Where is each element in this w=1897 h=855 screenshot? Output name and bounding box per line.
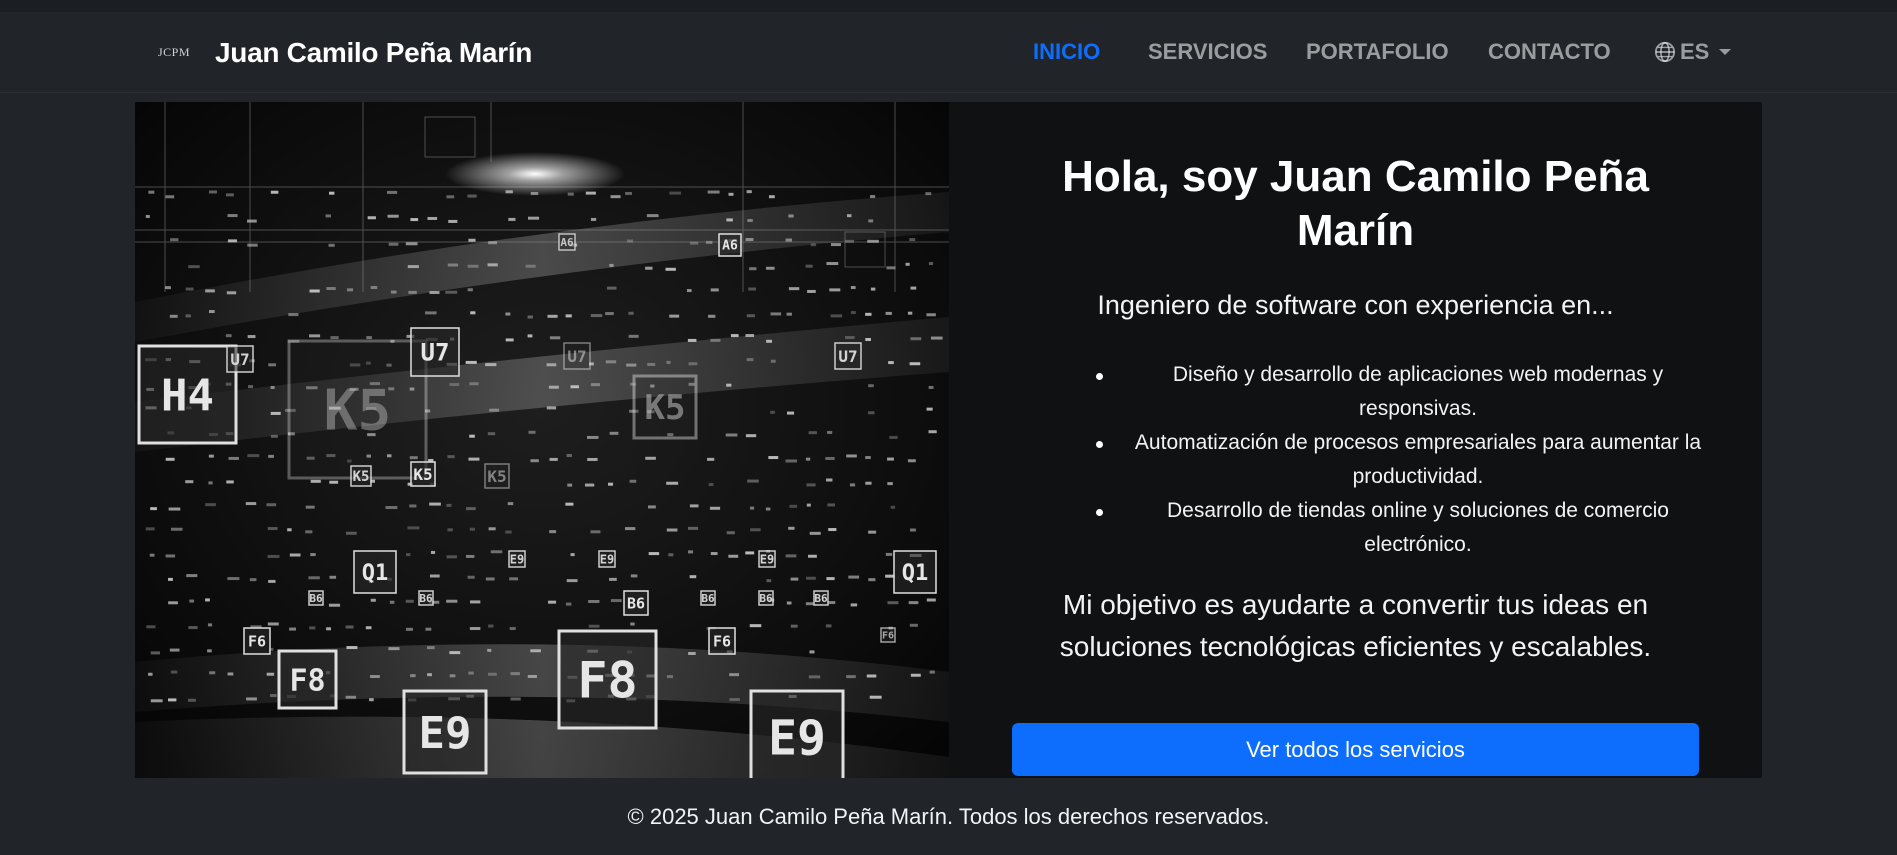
svg-text:K5: K5 (353, 469, 370, 485)
svg-text:B6: B6 (701, 592, 715, 605)
nav-link-portafolio[interactable]: PORTAFOLIO (1306, 39, 1449, 65)
nav-link-inicio[interactable]: INICIO (1033, 39, 1100, 65)
svg-text:Q1: Q1 (362, 561, 389, 586)
svg-text:F8: F8 (577, 652, 637, 710)
hero-content: Hola, soy Juan Camilo Peña Marín Ingenie… (949, 102, 1762, 778)
chevron-down-icon (1719, 49, 1732, 55)
hero-title: Hola, soy Juan Camilo Peña Marín (1062, 152, 1649, 255)
nav-link-servicios[interactable]: SERVICIOS (1148, 39, 1267, 65)
globe-icon (1654, 41, 1676, 63)
footer-copyright: © 2025 Juan Camilo Peña Marín. Todos los… (627, 803, 1270, 829)
svg-text:K5: K5 (413, 465, 432, 484)
hero-section: H4 K5 U7 U7 U7 U7 K5 K5 K5 K5 A6 A6 Q1 Q1 E9 E9 E9 B6 B6 B6… (135, 102, 1762, 778)
svg-text:F6: F6 (713, 632, 731, 650)
svg-text:E9: E9 (419, 708, 472, 759)
svg-text:B6: B6 (309, 592, 323, 605)
svg-text:U7: U7 (421, 339, 450, 367)
language-dropdown[interactable]: ES (1654, 39, 1732, 65)
language-label: ES (1680, 39, 1710, 64)
footer: © 2025 Juan Camilo Peña Marín. Todos los… (0, 778, 1897, 855)
navbar: JCPM Juan Camilo Peña Marín INICIO SERVI… (0, 12, 1897, 93)
svg-text:E9: E9 (600, 552, 614, 566)
svg-text:F8: F8 (289, 663, 325, 698)
svg-text:U7: U7 (230, 350, 249, 369)
svg-text:A6: A6 (722, 239, 738, 254)
list-item: Desarrollo de tiendas online y solucione… (1009, 494, 1719, 562)
hero-goal: Mi objetivo es ayudarte a convertir tus … (1059, 589, 1652, 662)
svg-text:U7: U7 (567, 347, 586, 366)
nav-link-contacto[interactable]: CONTACTO (1488, 39, 1611, 65)
brand-name[interactable]: Juan Camilo Peña Marín (215, 37, 532, 69)
svg-text:K5: K5 (645, 388, 686, 428)
list-item: Diseño y desarrollo de aplicaciones web … (1009, 358, 1719, 426)
svg-text:F6: F6 (882, 631, 894, 642)
svg-text:Q1: Q1 (902, 561, 929, 586)
svg-text:U7: U7 (838, 347, 857, 366)
svg-text:K5: K5 (487, 467, 506, 486)
svg-text:K5: K5 (324, 379, 391, 444)
view-services-button[interactable]: Ver todos los servicios (1012, 723, 1699, 776)
svg-text:A6: A6 (560, 236, 574, 249)
svg-text:E9: E9 (768, 710, 826, 766)
svg-text:F6: F6 (248, 632, 266, 650)
svg-text:B6: B6 (419, 592, 433, 605)
svg-text:H4: H4 (161, 370, 214, 421)
brand-logo: JCPM (158, 45, 191, 59)
services-list: Diseño y desarrollo de aplicaciones web … (1009, 358, 1719, 562)
svg-text:B6: B6 (759, 592, 773, 605)
svg-text:B6: B6 (814, 592, 828, 605)
hero-image: H4 K5 U7 U7 U7 U7 K5 K5 K5 K5 A6 A6 Q1 Q1 E9 E9 E9 B6 B6 B6… (135, 102, 949, 778)
top-strip (0, 0, 1897, 12)
brand[interactable]: JCPM Juan Camilo Peña Marín (158, 12, 532, 93)
svg-text:B6: B6 (627, 594, 645, 612)
svg-text:E9: E9 (760, 552, 774, 566)
svg-text:E9: E9 (510, 552, 524, 566)
list-item: Automatización de procesos empresariales… (1009, 426, 1719, 494)
hero-lead: Ingeniero de software con experiencia en… (1097, 290, 1614, 320)
